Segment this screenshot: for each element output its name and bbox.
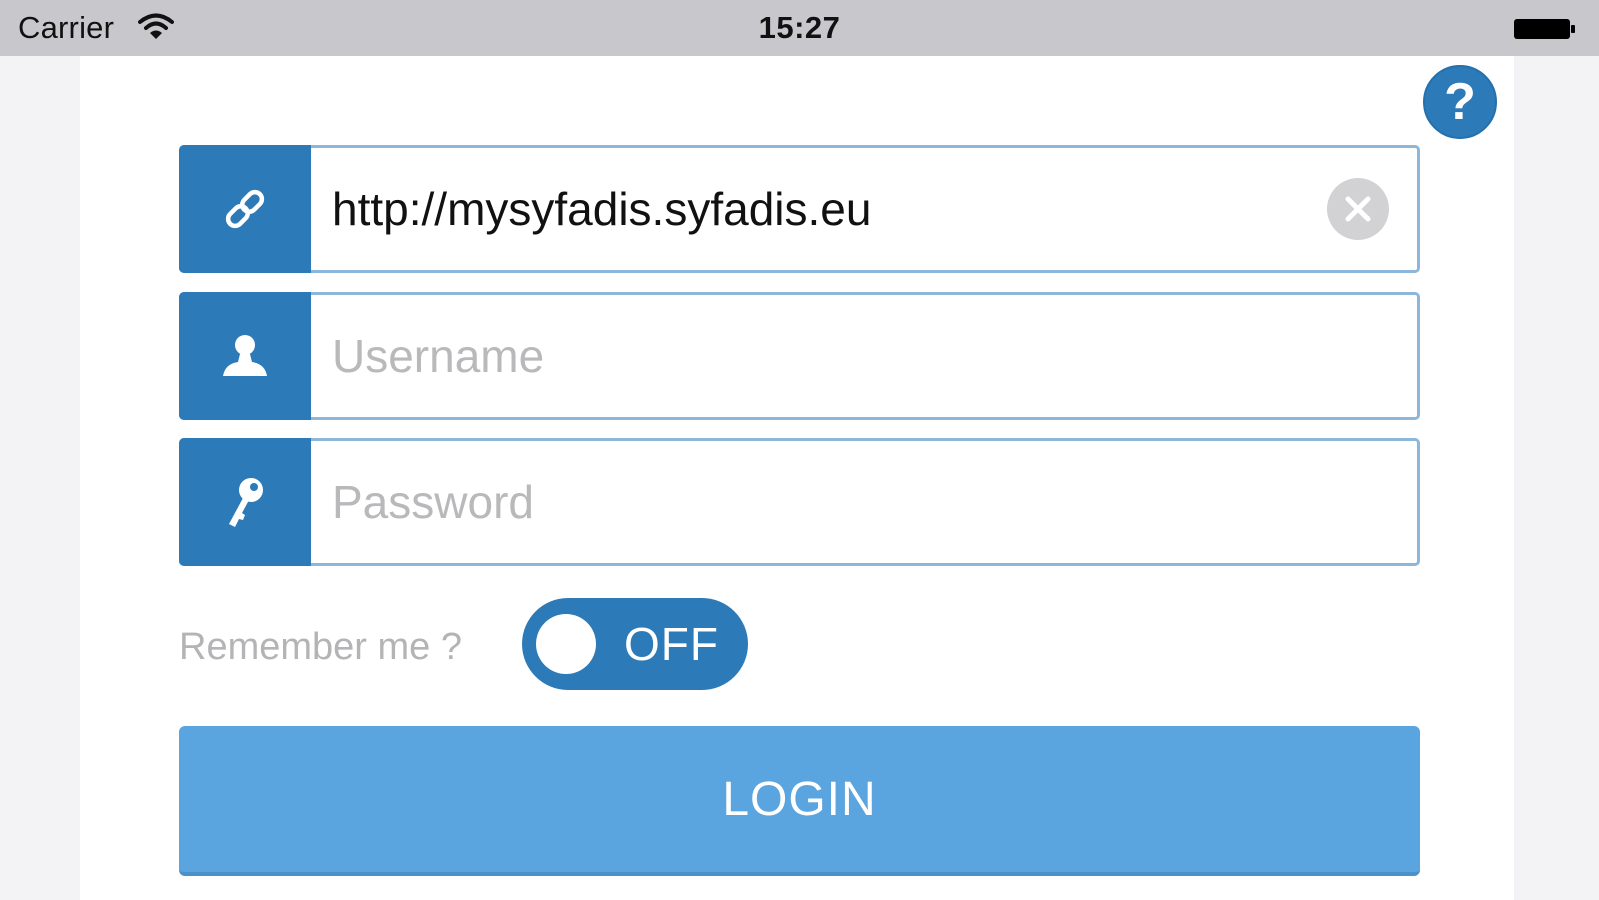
help-button[interactable]: ? [1423, 65, 1497, 139]
password-input[interactable]: Password [332, 441, 534, 563]
clear-icon[interactable] [1327, 178, 1389, 240]
status-time: 15:27 [758, 10, 841, 45]
remember-me-toggle[interactable]: OFF [522, 598, 748, 690]
toggle-knob [536, 614, 596, 674]
key-icon [229, 478, 263, 527]
help-icon: ? [1444, 73, 1476, 131]
key-icon-box [179, 438, 311, 566]
server-url-input[interactable]: http://mysyfadis.syfadis.eu [332, 148, 871, 270]
status-bar: Carrier 15:27 [0, 0, 1599, 56]
user-icon [223, 335, 267, 376]
login-button-label: LOGIN [722, 772, 877, 826]
link-icon-box [179, 145, 311, 273]
remember-me-label: Remember me ? [179, 626, 462, 668]
battery-icon [1514, 19, 1575, 39]
login-button[interactable]: LOGIN [179, 726, 1420, 876]
username-field[interactable]: Username [179, 292, 1420, 420]
server-url-field[interactable]: http://mysyfadis.syfadis.eu [179, 145, 1420, 273]
username-input[interactable]: Username [332, 295, 544, 417]
link-icon [225, 189, 265, 229]
login-screen: Carrier 15:27 ? http://mysyfadis.syfadis… [0, 0, 1599, 900]
user-icon-box [179, 292, 311, 420]
toggle-state-label: OFF [624, 618, 719, 670]
password-field[interactable]: Password [179, 438, 1420, 566]
